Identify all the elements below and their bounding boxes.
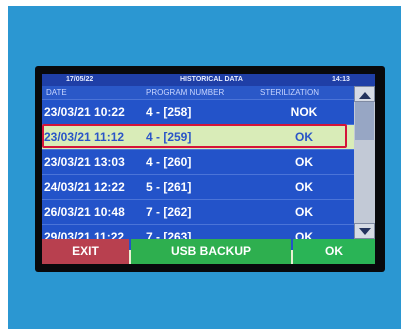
touch-screen: 17/05/22 HISTORICAL DATA 14:13 DATE PROG… [42, 74, 375, 264]
table-row[interactable]: 23/03/21 13:03 4 - [260] OK [42, 149, 354, 175]
scroll-down-button[interactable] [354, 223, 375, 239]
column-header-program: PROGRAM NUMBER [146, 88, 225, 97]
row-status: NOK [290, 105, 318, 119]
ok-button[interactable]: OK [293, 239, 375, 264]
row-program: 5 - [261] [146, 180, 192, 194]
row-status: OK [295, 205, 313, 219]
row-date: 24/03/21 12:22 [44, 180, 125, 194]
column-header-row: DATE PROGRAM NUMBER STERILIZATION [42, 86, 354, 99]
title-bar: 17/05/22 HISTORICAL DATA 14:13 [42, 74, 375, 86]
selection-highlight [42, 124, 347, 148]
column-header-sterilization: STERILIZATION [260, 88, 319, 97]
row-program: 4 - [260] [146, 155, 192, 169]
row-status: OK [295, 180, 313, 194]
vertical-scrollbar[interactable] [354, 86, 375, 239]
exit-button[interactable]: EXIT [42, 239, 129, 264]
header-time: 14:13 [332, 76, 350, 83]
table-row[interactable]: 23/03/21 10:22 4 - [258] NOK [42, 99, 354, 125]
column-header-date: DATE [46, 88, 67, 97]
row-date: 23/03/21 10:22 [44, 105, 125, 119]
scroll-up-button[interactable] [354, 86, 375, 102]
arrow-down-icon [359, 228, 371, 235]
row-date: 26/03/21 10:48 [44, 205, 125, 219]
row-status: OK [295, 155, 313, 169]
row-date: 23/03/21 13:03 [44, 155, 125, 169]
button-bar: EXIT USB BACKUP OK [42, 239, 375, 264]
usb-backup-button[interactable]: USB BACKUP [131, 239, 291, 264]
page-title: HISTORICAL DATA [180, 76, 243, 83]
arrow-up-icon [359, 92, 371, 99]
row-program: 4 - [258] [146, 105, 192, 119]
header-date: 17/05/22 [66, 76, 94, 83]
table-row[interactable]: 26/03/21 10:48 7 - [262] OK [42, 199, 354, 225]
table-row[interactable]: 24/03/21 12:22 5 - [261] OK [42, 174, 354, 200]
scroll-thumb[interactable] [355, 102, 374, 140]
row-program: 7 - [262] [146, 205, 192, 219]
